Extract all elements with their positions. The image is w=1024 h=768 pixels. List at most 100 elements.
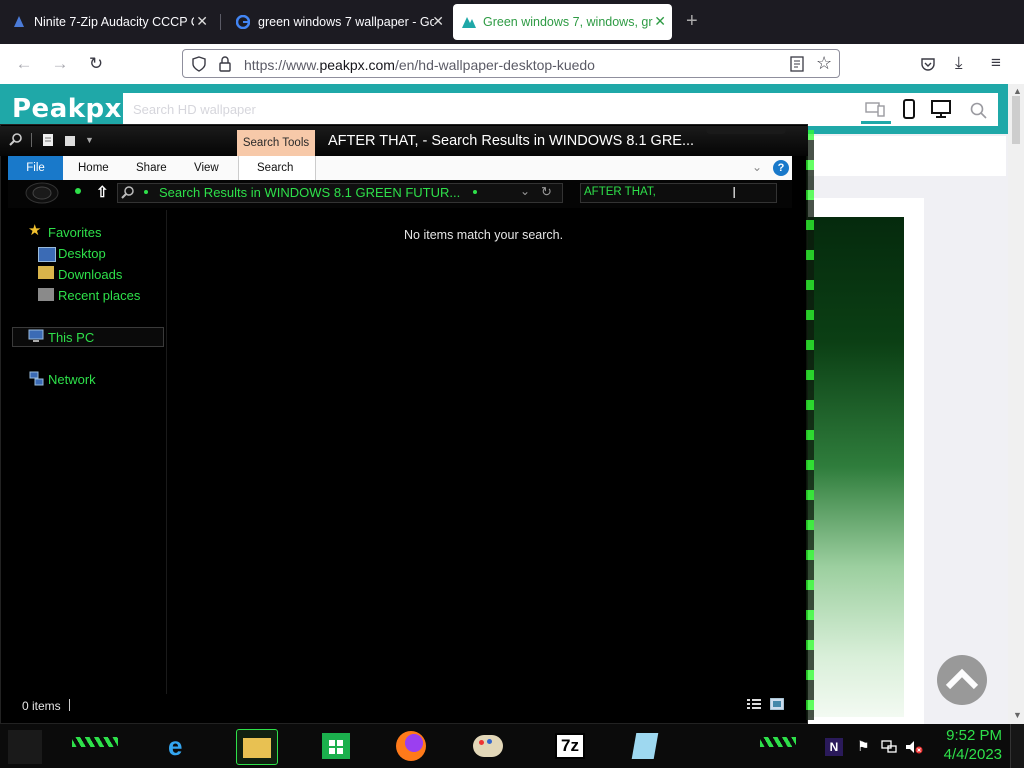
refresh-icon[interactable]: ↻ <box>541 184 552 200</box>
device-filter-underline <box>861 121 891 124</box>
new-tab-plus-icon[interactable]: + <box>686 10 698 33</box>
close-tab-icon[interactable]: ✕ <box>432 13 444 30</box>
history-dot-icon[interactable] <box>75 188 81 194</box>
close-tab-icon[interactable]: ✕ <box>196 13 208 30</box>
url-prefix: https://www. <box>244 57 320 73</box>
page-scrollbar[interactable]: ▲ ▼ <box>1008 84 1024 724</box>
window-caption-buttons[interactable] <box>706 126 786 134</box>
nav-this-pc[interactable]: This PC <box>48 330 94 345</box>
clock-date[interactable]: 4/4/2023 <box>940 746 1002 763</box>
url-domain: peakpx.com <box>319 57 395 73</box>
network-tray-icon[interactable] <box>881 740 897 754</box>
shield-icon[interactable] <box>191 56 207 72</box>
peakpx-icon <box>462 17 476 28</box>
new-folder-icon[interactable] <box>63 133 77 147</box>
nav-desktop[interactable]: Desktop <box>58 246 106 261</box>
scroll-to-top-button[interactable] <box>937 655 987 705</box>
star-icon: ★ <box>28 222 42 239</box>
url-path: /en/hd-wallpaper-desktop-kuedo <box>394 57 595 73</box>
firefox-icon[interactable] <box>393 729 429 763</box>
action-center-flag-icon[interactable]: ⚑ <box>857 738 870 755</box>
navigation-pane <box>8 210 167 694</box>
desktop-monitor-icon[interactable] <box>931 100 951 118</box>
reload-icon[interactable]: ↻ <box>84 52 108 76</box>
lock-icon[interactable] <box>218 56 232 72</box>
breadcrumb-separator-icon <box>144 190 148 194</box>
window-title: AFTER THAT, - Search Results in WINDOWS … <box>328 133 695 149</box>
search-icon[interactable] <box>970 102 987 119</box>
search-tools-context-tab[interactable]: Search Tools <box>237 130 315 156</box>
item-count: 0 items <box>22 699 61 713</box>
back-arrow-icon[interactable]: ← <box>12 52 36 76</box>
bookmark-star-icon[interactable]: ☆ <box>816 53 832 74</box>
ribbon-tab-search[interactable]: Search <box>257 162 293 174</box>
all-devices-icon[interactable] <box>865 101 885 117</box>
paint-icon[interactable] <box>470 729 506 763</box>
magnifier-icon <box>9 133 22 146</box>
phone-icon[interactable] <box>903 99 915 119</box>
start-button[interactable] <box>8 730 42 764</box>
status-separator <box>69 699 70 711</box>
clock-time[interactable]: 9:52 PM <box>940 727 1002 744</box>
address-text[interactable]: Search Results in WINDOWS 8.1 GREEN FUTU… <box>159 185 460 200</box>
search-results-icon <box>121 186 134 199</box>
volume-muted-icon[interactable] <box>905 740 923 754</box>
taskbar <box>0 724 1024 768</box>
large-icons-view-icon[interactable] <box>770 698 784 710</box>
notepad-icon[interactable] <box>628 729 664 763</box>
reader-view-icon[interactable] <box>789 56 805 72</box>
scrollbar-thumb[interactable] <box>1012 96 1020 144</box>
ribbon-tab-file[interactable]: File <box>8 156 63 180</box>
ribbon-tab-view[interactable]: View <box>194 162 219 174</box>
menu-hamburger-icon[interactable]: ≡ <box>991 53 1001 73</box>
wallpaper-image[interactable] <box>808 217 904 717</box>
ribbon-tabs <box>8 156 792 180</box>
7zip-icon[interactable]: 7z <box>552 729 588 763</box>
nav-downloads[interactable]: Downloads <box>58 267 122 282</box>
store-icon[interactable] <box>318 729 354 763</box>
ribbon-tab-share[interactable]: Share <box>136 162 167 174</box>
desktop-icon <box>38 247 56 262</box>
back-forward-orb-icon[interactable] <box>24 181 60 205</box>
url-text[interactable]: https://www.peakpx.com/en/hd-wallpaper-d… <box>244 57 595 73</box>
pocket-icon[interactable] <box>920 56 936 72</box>
nav-recent-places[interactable]: Recent places <box>58 288 140 303</box>
scroll-up-arrow-icon[interactable]: ▲ <box>1013 86 1022 96</box>
tab-google[interactable]: green windows 7 wallpaper - Go ✕ <box>228 4 450 40</box>
onenote-tray-icon[interactable]: N <box>825 738 843 756</box>
properties-icon[interactable] <box>41 133 55 147</box>
tab-peakpx[interactable]: Green windows 7, windows, gr ✕ <box>453 4 672 40</box>
chevron-up-icon <box>945 668 979 690</box>
qat-separator <box>31 133 32 147</box>
qat-dropdown-icon[interactable]: ▼ <box>85 135 94 145</box>
details-view-icon[interactable] <box>747 698 761 710</box>
tab-title: Ninite 7-Zip Audacity CCCP Cu <box>34 15 194 29</box>
breadcrumb-separator-icon <box>473 190 477 194</box>
file-explorer-icon[interactable] <box>236 729 278 765</box>
google-icon <box>236 15 250 29</box>
empty-results-message: No items match your search. <box>404 228 564 242</box>
up-arrow-icon[interactable]: ⇧ <box>96 183 109 201</box>
show-desktop-button[interactable] <box>1010 724 1024 768</box>
recent-places-icon <box>38 288 54 301</box>
nav-favorites[interactable]: Favorites <box>48 225 101 240</box>
downloads-icon[interactable]: ⤓ <box>955 53 963 73</box>
forward-arrow-icon[interactable]: → <box>48 52 72 76</box>
taskbar-decoration <box>72 737 118 747</box>
ninite-icon <box>14 16 24 27</box>
site-logo[interactable]: Peakpx <box>12 94 122 124</box>
nav-network[interactable]: Network <box>48 372 96 387</box>
tab-ninite[interactable]: Ninite 7-Zip Audacity CCCP Cu ✕ <box>4 4 214 40</box>
address-dropdown-icon[interactable]: ⌄ <box>520 184 530 198</box>
expand-ribbon-chevron-icon[interactable]: ⌄ <box>752 160 762 174</box>
ribbon-tab-home[interactable]: Home <box>78 162 109 174</box>
close-tab-icon[interactable]: ✕ <box>654 13 666 30</box>
help-icon[interactable]: ? <box>773 160 789 176</box>
taskbar-decoration <box>760 737 796 747</box>
computer-icon <box>28 329 44 342</box>
text-cursor-icon: I <box>732 185 737 202</box>
search-query-text[interactable]: AFTER THAT, <box>584 186 656 198</box>
scroll-down-arrow-icon[interactable]: ▼ <box>1013 710 1022 720</box>
tab-title: green windows 7 wallpaper - Go <box>258 15 434 29</box>
internet-explorer-icon[interactable]: e <box>162 729 198 763</box>
